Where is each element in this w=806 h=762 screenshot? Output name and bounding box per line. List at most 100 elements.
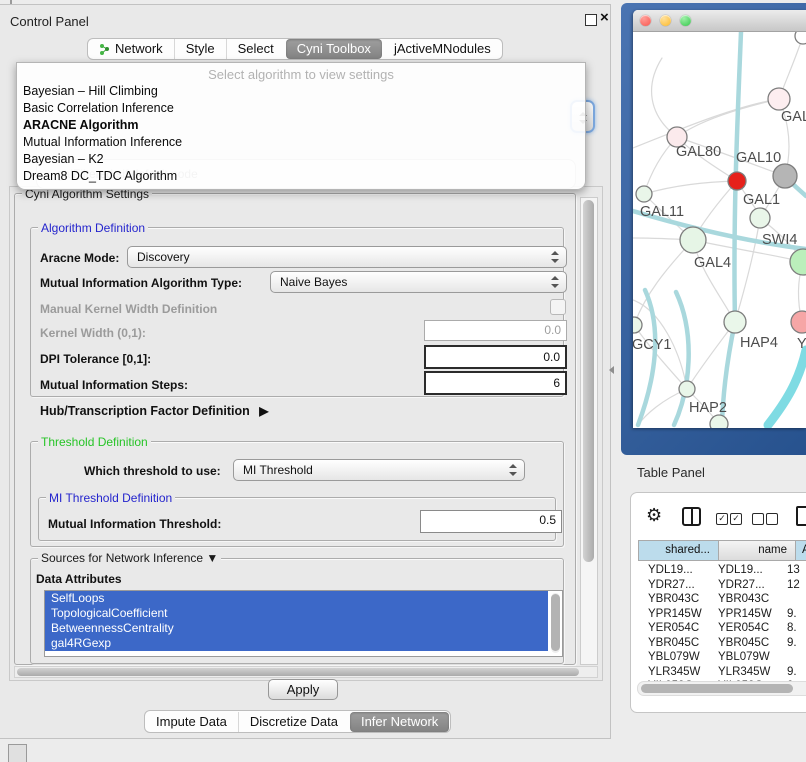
table-horizontal-scrollbar[interactable] — [637, 681, 806, 696]
network-view-frame[interactable]: GALGAL80GAL10GAL1GAL11SWI4GAL4GCY1HAP4YH… — [621, 3, 806, 455]
tab-select[interactable]: Select — [226, 39, 285, 59]
tab-style[interactable]: Style — [174, 39, 226, 59]
table-cell[interactable]: YDL19... — [648, 564, 693, 576]
table-cell[interactable]: YLR345W — [648, 666, 700, 678]
table-cell[interactable]: YPR145W — [648, 608, 702, 620]
zoom-traffic-light-icon[interactable] — [680, 15, 691, 26]
table-cell[interactable]: YLR345W — [718, 666, 770, 678]
settings-vertical-scrollbar[interactable] — [580, 197, 598, 665]
network-window-titlebar[interactable] — [633, 10, 806, 32]
tab-cyni-toolbox[interactable]: Cyni Toolbox — [286, 39, 382, 59]
column-header-shared-name[interactable]: shared... — [638, 540, 719, 561]
table-cell[interactable]: YBR043C — [648, 593, 699, 605]
mi-steps-field[interactable]: 6 — [424, 371, 567, 395]
network-node[interactable] — [795, 32, 806, 44]
tab-impute-data[interactable]: Impute Data — [145, 712, 238, 732]
network-node[interactable] — [724, 311, 746, 333]
table-cell[interactable]: YBR045C — [648, 637, 699, 649]
network-node[interactable] — [790, 249, 806, 275]
scrollbar-thumb[interactable] — [551, 594, 560, 651]
which-threshold-combo[interactable]: MI Threshold — [233, 459, 525, 481]
scrollbar-thumb[interactable] — [17, 668, 579, 676]
close-panel-icon[interactable]: × — [600, 9, 609, 27]
tab-jactivemnodules[interactable]: jActiveMNodules — [383, 39, 502, 59]
scrollbar-thumb[interactable] — [641, 684, 793, 693]
attribute-list-scrollbar[interactable] — [551, 593, 560, 653]
minimize-traffic-light-icon[interactable] — [660, 15, 671, 26]
aracne-mode-combo[interactable]: Discovery — [127, 246, 567, 268]
hub-definition-toggle[interactable]: Hub/Transcription Factor Definition ▶ — [40, 404, 268, 418]
unselect-all-checkbox-icon[interactable] — [766, 513, 778, 525]
kernel-width-field[interactable]: 0.0 — [424, 320, 567, 341]
algorithm-option[interactable]: Basic Correlation Inference — [23, 101, 174, 115]
attribute-item[interactable]: gal4RGexp — [45, 636, 548, 651]
table-cell[interactable]: YER054C — [718, 622, 769, 634]
column-chooser-icon[interactable] — [682, 507, 701, 526]
network-edge[interactable] — [735, 218, 760, 322]
network-edge[interactable] — [652, 58, 677, 137]
table-function-icon[interactable] — [796, 506, 806, 526]
table-cell[interactable]: YBR045C — [718, 637, 769, 649]
settings-horizontal-scrollbar[interactable] — [14, 666, 598, 678]
network-edge[interactable] — [693, 240, 735, 322]
dpi-tolerance-field[interactable]: 0.0 — [424, 345, 567, 369]
table-cell[interactable]: 13 — [787, 564, 800, 576]
column-header-partial[interactable]: A — [795, 540, 806, 561]
column-header-name[interactable]: name — [718, 540, 796, 561]
table-cell[interactable]: YDR27... — [648, 579, 695, 591]
table-cell[interactable]: YDR27... — [718, 579, 765, 591]
network-node[interactable] — [750, 208, 770, 228]
attribute-item[interactable]: BetweennessCentrality — [45, 621, 548, 636]
network-node[interactable] — [680, 227, 706, 253]
sources-group-title[interactable]: Sources for Network Inference ▼ — [38, 551, 221, 565]
algorithm-option[interactable]: Dream8 DC_TDC Algorithm — [23, 169, 177, 183]
table-cell[interactable]: YER054C — [648, 622, 699, 634]
attribute-item[interactable]: TopologicalCoefficient — [45, 606, 548, 621]
unselect-all-checkbox-icon[interactable] — [752, 513, 764, 525]
algorithm-option-selected[interactable]: ARACNE Algorithm — [23, 118, 139, 132]
algorithm-option[interactable]: Bayesian – Hill Climbing — [23, 84, 158, 98]
minimized-panel-icon[interactable] — [8, 744, 27, 762]
network-node[interactable] — [710, 415, 728, 428]
float-panel-icon[interactable] — [585, 14, 597, 26]
splitter-collapse-icon[interactable] — [609, 366, 614, 374]
table-cell[interactable]: 9. — [787, 666, 797, 678]
network-window[interactable]: GALGAL80GAL10GAL1GAL11SWI4GAL4GCY1HAP4YH… — [633, 10, 806, 428]
network-graph[interactable]: GALGAL80GAL10GAL1GAL11SWI4GAL4GCY1HAP4YH… — [633, 32, 806, 428]
network-edge[interactable] — [644, 181, 737, 194]
network-node[interactable] — [679, 381, 695, 397]
select-all-checkbox-icon[interactable]: ✓ — [716, 513, 728, 525]
network-edge[interactable] — [674, 292, 689, 425]
network-node[interactable] — [728, 172, 746, 190]
mi-type-combo[interactable]: Naive Bayes — [270, 271, 567, 293]
network-canvas[interactable]: GALGAL80GAL10GAL1GAL11SWI4GAL4GCY1HAP4YH… — [633, 32, 806, 428]
data-attributes-list[interactable]: SelfLoops TopologicalCoefficient Between… — [44, 590, 563, 657]
table-cell[interactable]: YBL079W — [648, 651, 700, 663]
table-cell[interactable]: YPR145W — [718, 608, 772, 620]
network-node[interactable] — [773, 164, 797, 188]
algorithm-option[interactable]: Bayesian – K2 — [23, 152, 104, 166]
apply-button[interactable]: Apply — [268, 679, 338, 700]
network-node[interactable] — [768, 88, 790, 110]
network-node[interactable] — [791, 311, 806, 333]
mi-threshold-field[interactable]: 0.5 — [420, 510, 562, 533]
network-edge[interactable] — [677, 99, 779, 137]
manual-kernel-checkbox[interactable] — [550, 299, 566, 315]
select-all-checkbox-icon[interactable]: ✓ — [730, 513, 742, 525]
table-cell[interactable]: YBR043C — [718, 593, 769, 605]
tab-network[interactable]: Network — [88, 39, 174, 59]
table-cell[interactable]: 8. — [787, 622, 797, 634]
algorithm-option[interactable]: Mutual Information Inference — [23, 135, 182, 149]
network-edge[interactable] — [768, 350, 806, 425]
table-cell[interactable]: 9. — [787, 637, 797, 649]
tab-infer-network[interactable]: Infer Network — [350, 712, 449, 732]
table-settings-gear-icon[interactable]: ⚙ — [646, 505, 662, 526]
scrollbar-thumb[interactable] — [583, 200, 594, 562]
table-cell[interactable]: 12 — [787, 579, 800, 591]
network-node[interactable] — [636, 186, 652, 202]
table-cell[interactable]: YBL079W — [718, 651, 770, 663]
network-edge[interactable] — [633, 99, 779, 148]
table-cell[interactable]: 9. — [787, 608, 797, 620]
attribute-item[interactable]: SelfLoops — [45, 591, 548, 606]
close-traffic-light-icon[interactable] — [640, 15, 651, 26]
